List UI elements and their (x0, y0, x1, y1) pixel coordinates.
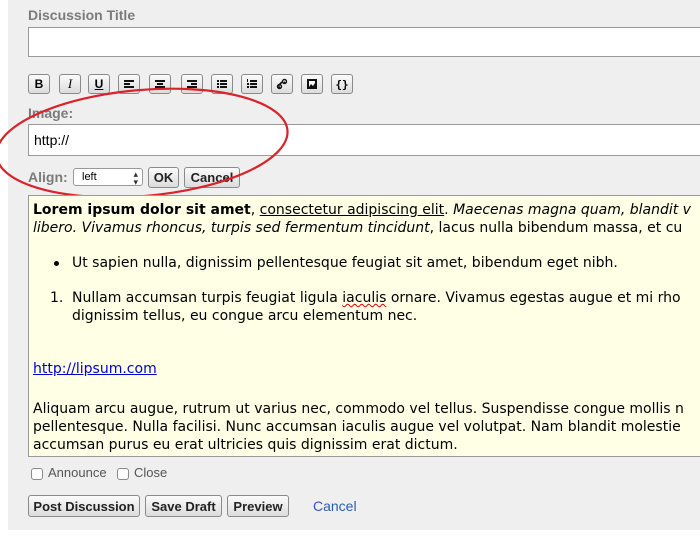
post-discussion-button[interactable]: Post Discussion (28, 495, 140, 517)
ordered-list-item-line-2: dignissim tellus, eu congue arcu element… (72, 308, 418, 324)
editor-paragraph-3-line-2: pellentesque. Nulla facilisi. Nunc accum… (33, 419, 681, 435)
bulleted-list-item: Ut sapien nulla, dignissim pellentesque … (72, 255, 618, 271)
editor-paragraph-3-line-3: accumsan purus eu erat ultricies quis di… (33, 437, 458, 453)
close-checkbox[interactable] (117, 468, 129, 480)
ordered-list-item-line-1: Nullam accumsan turpis feugiat ligula ia… (72, 290, 681, 306)
close-label: Close (134, 465, 168, 480)
editor-paragraph-3-line-1: Aliquam arcu augue, rutrum ut varius nec… (33, 401, 684, 417)
lipsum-link[interactable]: http://lipsum.com (33, 361, 157, 377)
discussion-body-editor[interactable]: Lorem ipsum dolor sit amet, consectetur … (28, 195, 700, 457)
announce-label: Announce (48, 465, 107, 480)
editor-paragraph-1-line-1: Lorem ipsum dolor sit amet, consectetur … (33, 202, 691, 218)
editor-link-line: http://lipsum.com (33, 360, 157, 378)
ordered-list-number: 1. (50, 290, 64, 306)
announce-checkbox[interactable] (31, 468, 43, 480)
bullet-marker (54, 261, 59, 266)
save-draft-button[interactable]: Save Draft (145, 495, 222, 517)
editor-paragraph-1-line-2: libero. Vivamus rhoncus, turpis sed ferm… (33, 220, 683, 236)
preview-button[interactable]: Preview (227, 495, 289, 517)
cancel-link[interactable]: Cancel (313, 498, 357, 514)
